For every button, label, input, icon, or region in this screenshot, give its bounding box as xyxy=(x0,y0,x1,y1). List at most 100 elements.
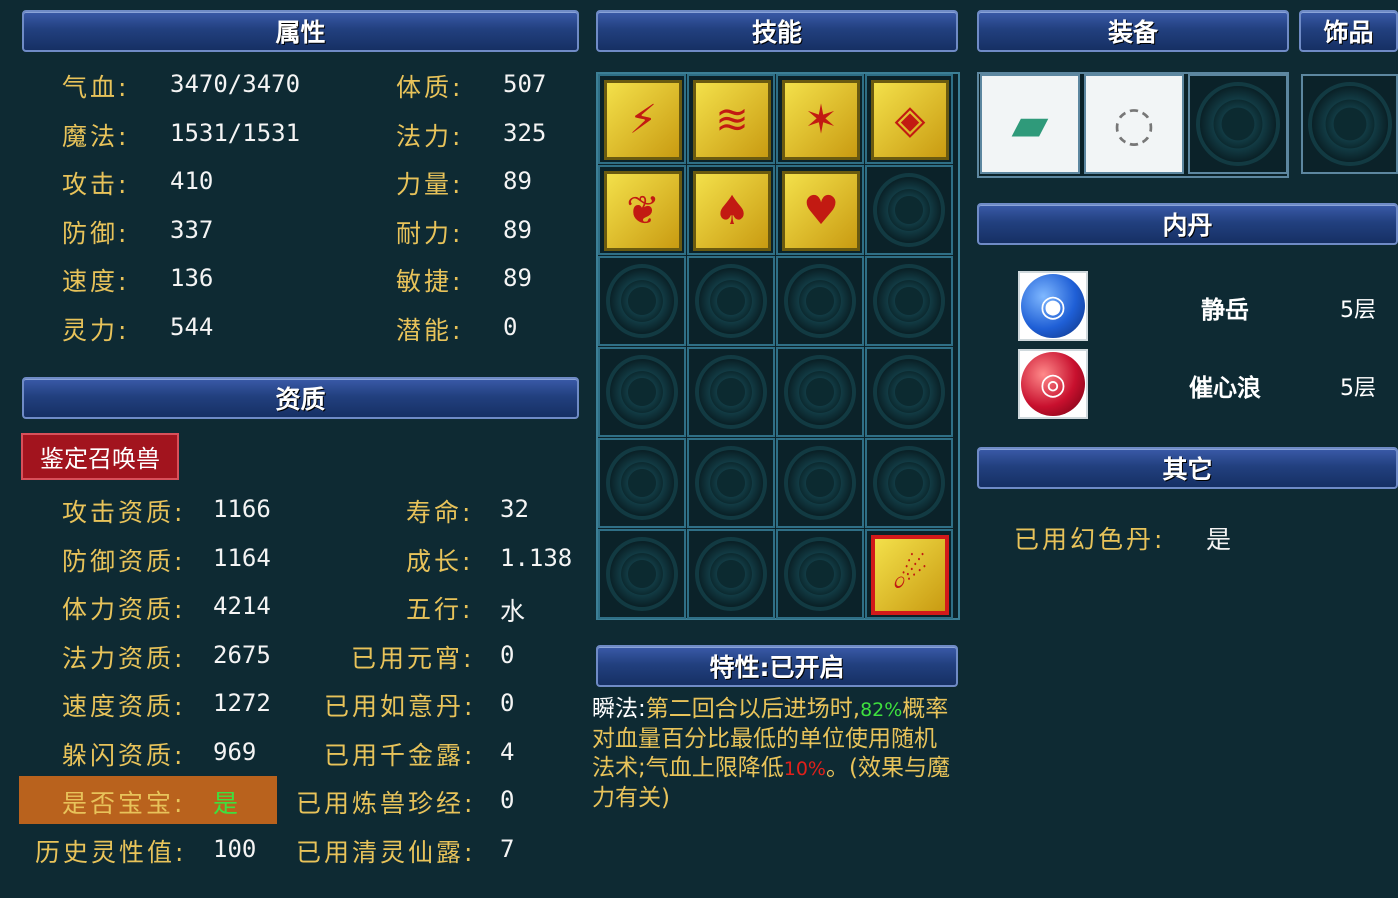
inner-pill-level: 5层 xyxy=(1340,376,1376,401)
jingyue-pill-icon: ◉ xyxy=(1021,274,1085,338)
equipment-slot-empty[interactable] xyxy=(1188,74,1288,174)
inner-pill-icon-slot[interactable]: ◎ xyxy=(1018,349,1088,419)
empty-skill-slot[interactable] xyxy=(865,438,953,528)
empty-slot-emblem-icon xyxy=(784,355,856,429)
attr-value: 89 xyxy=(503,167,532,195)
empty-slot-emblem-icon xyxy=(784,264,856,338)
empty-slot-emblem-icon xyxy=(606,446,678,520)
empty-skill-slot[interactable] xyxy=(865,347,953,437)
empty-skill-slot[interactable] xyxy=(687,256,775,346)
aptitude-value: 4214 xyxy=(213,592,271,620)
attr-value: 136 xyxy=(170,264,214,292)
trait-text-1: 第二回合以后进场时, xyxy=(645,696,861,722)
attr-label: 潜能: xyxy=(396,316,464,345)
empty-slot-emblem-icon xyxy=(606,537,678,611)
attr-label: 体质: xyxy=(396,73,464,102)
skill-slot[interactable]: ⚡ xyxy=(598,74,686,164)
empty-slot-emblem-icon xyxy=(606,264,678,338)
wave-skill-icon: ≋ xyxy=(693,80,771,160)
skill-slot[interactable]: ◈ xyxy=(865,74,953,164)
aptitude-label: 攻击资质: xyxy=(62,498,186,527)
inner-pill-icon-slot[interactable]: ◉ xyxy=(1018,271,1088,341)
empty-skill-slot[interactable] xyxy=(687,529,775,619)
attr-value: 544 xyxy=(170,313,214,341)
attr-label: 耐力: xyxy=(396,219,464,248)
empty-skill-slot[interactable] xyxy=(865,165,953,255)
trait-percent-1: 82% xyxy=(860,699,903,721)
attr-value: 89 xyxy=(503,264,532,292)
accessory-slot-empty[interactable] xyxy=(1301,74,1398,174)
skill-slot[interactable]: ≋ xyxy=(687,74,775,164)
aptitude-label: 已用千金露: xyxy=(324,741,476,770)
aptitude-label: 是否宝宝: xyxy=(62,789,186,818)
cuixinlang-pill-icon: ◎ xyxy=(1021,352,1085,416)
identify-summon-button[interactable]: 鉴定召唤兽 xyxy=(21,433,179,480)
aptitude-label: 法力资质: xyxy=(62,644,186,673)
empty-skill-slot[interactable] xyxy=(598,256,686,346)
aptitude-value: 1166 xyxy=(213,495,271,523)
empty-skill-slot[interactable] xyxy=(776,529,864,619)
equipment-header: 装备 xyxy=(977,10,1289,52)
empty-slot-emblem-icon xyxy=(873,264,945,338)
figure-skill-icon: ♠ xyxy=(693,171,771,251)
attr-label: 防御: xyxy=(62,219,130,248)
attr-label: 攻击: xyxy=(62,170,130,199)
scroll-skill-icon: ❦ xyxy=(604,171,682,251)
attr-value: 410 xyxy=(170,167,214,195)
aptitude-value: 水 xyxy=(500,597,526,626)
skill-slot[interactable]: ✶ xyxy=(776,74,864,164)
skill-slot[interactable]: ♥ xyxy=(776,165,864,255)
aptitude-label: 成长: xyxy=(406,547,474,576)
attr-value: 3470/3470 xyxy=(170,70,301,98)
aptitude-label: 五行: xyxy=(406,595,474,624)
empty-slot-emblem-icon xyxy=(873,355,945,429)
empty-slot-emblem-icon xyxy=(784,537,856,611)
aptitude-value: 32 xyxy=(500,495,529,523)
inner-pill-name: 催心浪 xyxy=(1189,374,1261,402)
is-baby-value: 是 xyxy=(213,789,239,818)
empty-skill-slot[interactable] xyxy=(687,347,775,437)
claw-skill-icon: ✶ xyxy=(782,80,860,160)
aptitude-label: 速度资质: xyxy=(62,692,186,721)
aptitude-label: 历史灵性值: xyxy=(35,838,187,867)
empty-skill-slot[interactable] xyxy=(865,256,953,346)
empty-slot-emblem-icon xyxy=(873,173,945,247)
inner-pill-level: 5层 xyxy=(1340,298,1376,323)
aptitude-value: 1272 xyxy=(213,689,271,717)
heart-skill-icon: ♥ xyxy=(782,171,860,251)
aptitude-value: 0 xyxy=(500,641,515,669)
aptitude-value: 0 xyxy=(500,689,515,717)
aptitude-value: 1.138 xyxy=(500,544,573,572)
skills-grid: ⚡ ≋ ✶ ◈ ❦ ♠ ♥ ☄ xyxy=(596,72,960,620)
empty-slot-emblem-icon xyxy=(784,446,856,520)
empty-skill-slot[interactable] xyxy=(687,438,775,528)
equipment-slot-bracer[interactable]: ▰ xyxy=(980,74,1080,174)
attr-label: 魔法: xyxy=(62,122,130,151)
special-skill-slot[interactable]: ☄ xyxy=(865,529,953,619)
empty-skill-slot[interactable] xyxy=(776,347,864,437)
aptitude-value: 0 xyxy=(500,786,515,814)
equipment-slot-collar[interactable]: ◌ xyxy=(1084,74,1184,174)
aptitude-label: 防御资质: xyxy=(62,547,186,576)
empty-slot-emblem-icon xyxy=(873,446,945,520)
empty-skill-slot[interactable] xyxy=(776,256,864,346)
aptitude-label: 已用清灵仙露: xyxy=(296,838,476,867)
empty-skill-slot[interactable] xyxy=(598,347,686,437)
accessory-header: 饰品 xyxy=(1299,10,1398,52)
inner-pill-header: 内丹 xyxy=(977,203,1398,245)
other-label: 已用幻色丹: xyxy=(1014,525,1166,554)
aptitude-label: 已用元宵: xyxy=(351,644,475,673)
empty-skill-slot[interactable] xyxy=(598,438,686,528)
owl-skill-icon: ◈ xyxy=(871,80,949,160)
aptitude-label: 已用如意丹: xyxy=(324,692,476,721)
aptitude-value: 2675 xyxy=(213,641,271,669)
attr-value: 89 xyxy=(503,216,532,244)
aptitude-label: 已用炼兽珍经: xyxy=(296,789,476,818)
skill-slot[interactable]: ❦ xyxy=(598,165,686,255)
empty-skill-slot[interactable] xyxy=(776,438,864,528)
aptitude-value: 4 xyxy=(500,738,515,766)
skill-slot[interactable]: ♠ xyxy=(687,165,775,255)
lightning-skill-icon: ⚡ xyxy=(604,80,682,160)
empty-skill-slot[interactable] xyxy=(598,529,686,619)
aptitude-label: 寿命: xyxy=(406,498,474,527)
